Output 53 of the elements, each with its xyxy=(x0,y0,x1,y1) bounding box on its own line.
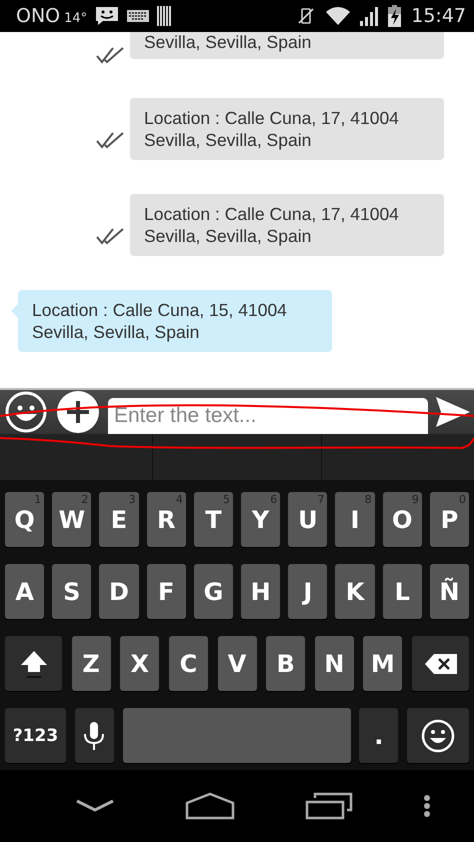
wifi-icon xyxy=(326,6,350,26)
clock: 15:47 xyxy=(411,5,466,27)
letter-key[interactable]: A xyxy=(5,564,44,619)
more-options-icon[interactable] xyxy=(423,794,431,818)
backspace-key[interactable] xyxy=(412,636,469,691)
double-check-icon xyxy=(96,227,124,245)
letter-key[interactable]: G xyxy=(194,564,234,619)
carrier-name: ONO xyxy=(16,5,60,27)
letter-key[interactable]: D xyxy=(99,564,139,619)
chevron-down-icon[interactable] xyxy=(75,798,115,814)
message-notification-icon xyxy=(95,6,120,26)
letter-key[interactable]: H xyxy=(241,564,280,619)
barcode-icon xyxy=(157,6,174,26)
vibrate-off-icon xyxy=(296,6,316,26)
letter-key[interactable]: X xyxy=(120,636,160,691)
double-check-icon xyxy=(96,46,124,64)
letter-key[interactable]: V xyxy=(218,636,256,691)
symbols-key[interactable]: ?123 xyxy=(5,708,66,763)
letter-key[interactable]: Ñ xyxy=(430,564,470,619)
letter-key[interactable]: M xyxy=(363,636,402,691)
letter-key[interactable]: Z xyxy=(72,636,111,691)
letter-key[interactable]: J xyxy=(288,564,328,619)
message-bubble: Location : Calle Cuna, 17, 41004 Sevilla, Sevilla, Spain xyxy=(130,98,444,160)
double-check-icon xyxy=(96,131,124,149)
bubble-tail xyxy=(11,304,18,318)
microphone-key[interactable] xyxy=(74,708,114,763)
keyboard-icon xyxy=(127,10,150,22)
shift-key[interactable] xyxy=(5,636,62,691)
signal-icon xyxy=(360,6,378,26)
add-icon[interactable] xyxy=(56,390,100,434)
letter-key[interactable]: B xyxy=(266,636,306,691)
letter-key[interactable]: C xyxy=(168,636,208,691)
send-icon[interactable] xyxy=(436,397,470,427)
backspace-icon xyxy=(424,654,456,674)
microphone-icon xyxy=(83,720,106,750)
letter-key[interactable]: L xyxy=(382,564,422,619)
battery-charging-icon xyxy=(388,5,402,27)
letter-key[interactable]: F xyxy=(146,564,186,619)
letter-key[interactable]: S xyxy=(52,564,92,619)
letter-key[interactable]: K xyxy=(335,564,375,619)
recent-apps-icon[interactable] xyxy=(305,792,353,820)
message-input-field[interactable]: Enter the text... xyxy=(108,398,428,434)
shift-icon xyxy=(18,648,48,678)
message-bubble: Location : Calle Cuna, 17, 41004 Sevilla, Sevilla, Spain xyxy=(130,194,444,256)
letter-key[interactable]: N xyxy=(314,636,354,691)
message-bubble: Location : Calle Cuna, 15, 41004 Sevilla, Sevilla, Spain xyxy=(18,290,332,352)
home-icon[interactable] xyxy=(185,792,235,820)
temperature: 14° xyxy=(64,11,88,26)
message-bubble: Sevilla, Sevilla, Spain xyxy=(130,32,444,59)
emoji-key[interactable] xyxy=(407,708,469,763)
period-key[interactable]: . xyxy=(359,708,398,763)
smiley-icon[interactable] xyxy=(4,390,48,434)
emoji-icon xyxy=(421,718,455,752)
